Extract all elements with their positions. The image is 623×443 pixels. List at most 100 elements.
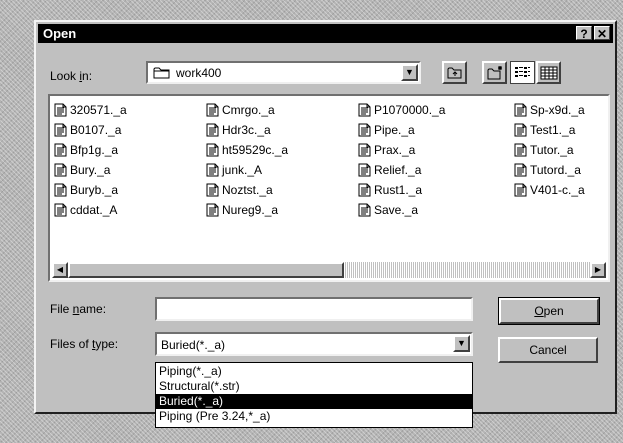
files-of-type-label: Files of type: [50,337,119,351]
file-item[interactable]: Rust1._a [358,180,445,200]
scroll-thumb[interactable] [68,262,344,278]
file-name-label: File name: [50,302,107,316]
file-item[interactable]: Prax._a [358,140,445,160]
file-item[interactable]: Test1._a [514,120,585,140]
open-button-face: Open [499,298,599,324]
file-column-1: 320571._a B0107._a Bfp1g._a Bury._a Buryb._a… [54,100,127,220]
file-list[interactable]: 320571._a B0107._a Bfp1g._a Bury._a Buryb._a… [48,94,610,282]
file-icon [358,143,374,157]
files-of-type-dropdown-arrow[interactable]: ▼ [453,335,470,352]
file-name: Prax._a [374,143,416,157]
file-item[interactable]: junk._A [206,160,288,180]
file-item[interactable]: Pipe._a [358,120,445,140]
file-name: Bury._a [70,163,111,177]
list-view-button[interactable] [510,61,535,84]
up-folder-icon [447,66,463,82]
file-item[interactable]: Bury._a [54,160,127,180]
look-in-dropdown-arrow[interactable]: ▼ [401,64,418,81]
file-name: Noztst._a [222,183,273,197]
file-icon [358,163,374,177]
up-one-level-button[interactable] [442,61,467,84]
list-view-icon [514,65,531,83]
details-view-icon [540,66,558,83]
open-dialog: Open ? ✕ Look in: work400 ▼ 320571._a B0… [34,20,617,428]
help-button[interactable]: ? [576,26,592,41]
file-item[interactable]: Hdr3c._a [206,120,288,140]
file-item[interactable]: Relief._a [358,160,445,180]
file-item[interactable]: ht59529c._a [206,140,288,160]
horizontal-scrollbar[interactable]: ◀ ▶ [52,262,606,278]
file-type-option[interactable]: Structural(*.str) [156,379,472,394]
file-icon [206,183,222,197]
file-item[interactable]: V401-c._a [514,180,585,200]
file-name: Nureg9._a [222,203,279,217]
file-name: cddat._A [70,203,118,217]
file-name: Tutord._a [530,163,581,177]
file-item[interactable]: Sp-x9d._a [514,100,585,120]
file-name: P1070000._a [374,103,446,117]
create-new-folder-button[interactable] [482,61,507,84]
file-icon [54,143,70,157]
file-icon [54,183,70,197]
file-icon [206,163,222,177]
file-icon [54,103,70,117]
file-name: Test1._a [530,123,576,137]
title-bar[interactable]: Open ? ✕ [38,24,613,43]
file-icon [514,143,530,157]
look-in-label: Look in: [50,69,93,83]
file-icon [514,183,530,197]
file-name: B0107._a [70,123,122,137]
file-name: Tutor._a [530,143,574,157]
file-item[interactable]: Tutord._a [514,160,585,180]
file-item[interactable]: Cmrgo._a [206,100,288,120]
file-icon [54,123,70,137]
file-item[interactable]: cddat._A [54,200,127,220]
files-of-type-value: Buried(*._a) [161,338,226,352]
file-name: Bfp1g._a [70,143,119,157]
file-name-input[interactable] [155,297,473,321]
file-icon [514,163,530,177]
file-icon [54,203,70,217]
file-icon [358,183,374,197]
file-icon [514,103,530,117]
scroll-left-button[interactable]: ◀ [52,262,68,278]
file-name: ht59529c._a [222,143,289,157]
file-name: Sp-x9d._a [530,103,585,117]
file-icon [358,103,374,117]
file-item[interactable]: Bfp1g._a [54,140,127,160]
open-button[interactable]: Open [498,297,600,325]
file-item[interactable]: Tutor._a [514,140,585,160]
dialog-title: Open [43,26,77,41]
file-icon [206,103,222,117]
file-type-option[interactable]: Piping(*._a) [156,364,472,379]
file-name: junk._A [222,163,263,177]
file-icon [206,203,222,217]
file-type-option[interactable]: Buried(*._a) [156,394,472,409]
files-of-type-combobox[interactable]: Buried(*._a) ▼ [155,332,473,356]
file-item[interactable]: B0107._a [54,120,127,140]
file-item[interactable]: Save._a [358,200,445,220]
file-name: Cmrgo._a [222,103,275,117]
new-folder-icon [487,65,504,83]
file-name: Rust1._a [374,183,423,197]
file-name: V401-c._a [530,183,585,197]
files-of-type-dropdown-list[interactable]: Piping(*._a) Structural(*.str) Buried(*._a… [155,362,473,428]
details-view-button[interactable] [536,61,561,84]
file-item[interactable]: 320571._a [54,100,127,120]
file-item[interactable]: Noztst._a [206,180,288,200]
close-button[interactable]: ✕ [594,26,610,41]
file-column-4: Sp-x9d._a Test1._a Tutor._a Tutord._a V401-c… [514,100,585,200]
file-icon [358,123,374,137]
file-icon [358,203,374,217]
file-name: Buryb._a [70,183,119,197]
look-in-combobox[interactable]: work400 ▼ [146,61,421,84]
file-icon [514,123,530,137]
file-type-option[interactable]: Piping (Pre 3.24,*_a) [156,409,472,424]
file-icon [206,143,222,157]
file-item[interactable]: Buryb._a [54,180,127,200]
cancel-button[interactable]: Cancel [498,337,598,363]
file-name: Hdr3c._a [222,123,271,137]
file-item[interactable]: Nureg9._a [206,200,288,220]
file-item[interactable]: P1070000._a [358,100,445,120]
scroll-right-button[interactable]: ▶ [590,262,606,278]
